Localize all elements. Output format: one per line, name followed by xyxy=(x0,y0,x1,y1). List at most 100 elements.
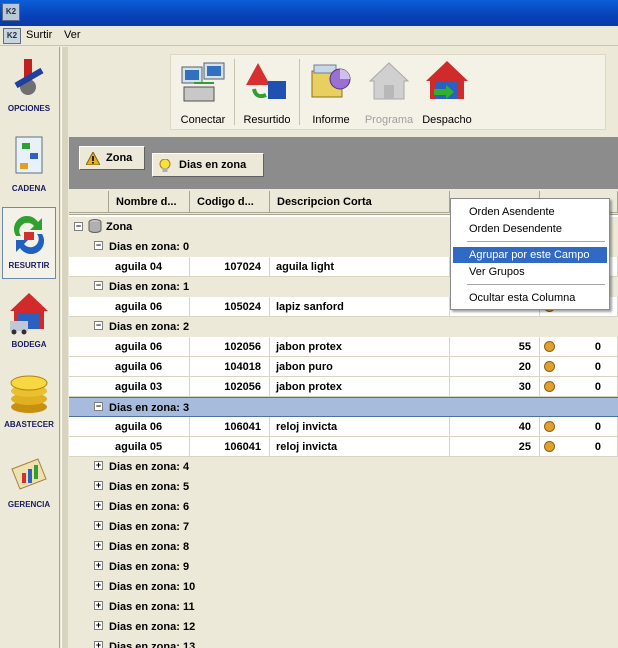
cell-codigo: 107024 xyxy=(190,257,270,277)
resurtir-cycle-icon xyxy=(13,215,45,255)
conectar-button[interactable]: Conectar xyxy=(175,59,231,127)
group-chip-label: Zona xyxy=(106,152,133,164)
cell-nombre: aguila 06 xyxy=(109,337,190,357)
menu-item-ver-grupos[interactable]: Ver Grupos xyxy=(453,264,607,280)
cell-cantidad: 40 xyxy=(450,417,540,437)
title-bar: K2 xyxy=(0,0,618,26)
coin-icon xyxy=(544,441,555,452)
table-row[interactable]: aguila 06 102056 jabon protex 55 0 xyxy=(69,337,618,357)
cell-extra-value: 0 xyxy=(594,381,601,393)
group-label: Dias en zona: 6 xyxy=(109,501,190,513)
expand-icon[interactable]: + xyxy=(94,641,103,648)
collapse-icon[interactable]: − xyxy=(94,281,103,290)
resurtido-shapes-icon xyxy=(246,63,286,99)
expand-icon[interactable]: + xyxy=(94,561,103,570)
dispatch-house-icon xyxy=(426,61,468,99)
group-label: Dias en zona: 0 xyxy=(109,241,190,253)
menu-logo-icon[interactable]: K2 xyxy=(3,28,21,44)
group-label: Dias en zona: 2 xyxy=(109,321,190,333)
menu-item-orden-asendente[interactable]: Orden Asendente xyxy=(453,204,607,220)
cell-cantidad: 25 xyxy=(450,437,540,457)
expand-icon[interactable]: + xyxy=(94,461,103,470)
group-row[interactable]: + Dias en zona: 13 xyxy=(69,637,618,648)
menu-item-orden-desendente[interactable]: Orden Desendente xyxy=(453,221,607,237)
resurtido-button[interactable]: Resurtido xyxy=(237,59,297,127)
expand-icon[interactable]: + xyxy=(94,541,103,550)
expand-icon[interactable]: + xyxy=(94,621,103,630)
cell-nombre: aguila 03 xyxy=(109,377,190,397)
cell-extra-value: 0 xyxy=(594,361,601,373)
sidebar-item-abastecer[interactable]: ABASTECER xyxy=(2,367,56,439)
programa-button[interactable]: Programa xyxy=(361,59,417,127)
lightbulb-icon xyxy=(159,159,171,172)
column-header-descripcion[interactable]: Descripcion Corta xyxy=(270,191,450,213)
group-row[interactable]: + Dias en zona: 6 xyxy=(69,497,618,517)
sidebar-item-bodega[interactable]: BODEGA xyxy=(2,287,56,359)
sidebar-item-resurtir[interactable]: RESURTIR xyxy=(2,207,56,279)
cell-nombre: aguila 06 xyxy=(109,417,190,437)
toolbar: Conectar Resurtido Informe Programa Desp… xyxy=(170,54,606,130)
expand-icon[interactable]: + xyxy=(94,521,103,530)
menu-bar: K2 Surtir Ver xyxy=(0,26,618,46)
cell-extra: 0 xyxy=(540,377,618,397)
expand-icon[interactable]: + xyxy=(94,601,103,610)
menu-ver[interactable]: Ver xyxy=(64,29,81,41)
menu-item-agrupar-campo[interactable]: Agrupar por este Campo xyxy=(453,247,607,263)
column-header-codigo[interactable]: Codigo d... xyxy=(190,191,270,213)
collapse-icon[interactable]: − xyxy=(74,222,83,231)
sidebar-label: BODEGA xyxy=(11,340,47,349)
collapse-icon[interactable]: − xyxy=(94,402,103,411)
cell-codigo: 106041 xyxy=(190,437,270,457)
column-header-nombre[interactable]: Nombre d... xyxy=(109,191,190,213)
cell-codigo: 102056 xyxy=(190,377,270,397)
table-row[interactable]: aguila 06 104018 jabon puro 20 0 xyxy=(69,357,618,377)
warning-icon xyxy=(86,152,100,165)
sidebar-item-cadena[interactable]: CADENA xyxy=(2,131,56,203)
chain-document-icon xyxy=(15,136,43,174)
sidebar-item-opciones[interactable]: OPCIONES xyxy=(2,51,56,123)
group-row[interactable]: + Dias en zona: 8 xyxy=(69,537,618,557)
table-row[interactable]: aguila 06 106041 reloj invicta 40 0 xyxy=(69,417,618,437)
column-context-menu: Orden Asendente Orden Desendente Agrupar… xyxy=(450,198,610,310)
group-row[interactable]: + Dias en zona: 5 xyxy=(69,477,618,497)
group-row[interactable]: + Dias en zona: 12 xyxy=(69,617,618,637)
group-row[interactable]: + Dias en zona: 4 xyxy=(69,457,618,477)
management-chart-icon xyxy=(11,458,47,490)
sidebar-label: OPCIONES xyxy=(7,104,51,113)
expand-icon[interactable]: + xyxy=(94,481,103,490)
group-chip-dias-en-zona[interactable]: Dias en zona xyxy=(152,153,264,177)
cell-extra-value: 0 xyxy=(594,441,601,453)
despacho-label: Despacho xyxy=(422,114,472,126)
menu-separator xyxy=(467,241,605,242)
menu-item-ocultar-columna[interactable]: Ocultar esta Columna xyxy=(453,290,607,306)
cell-cantidad: 55 xyxy=(450,337,540,357)
program-house-icon xyxy=(368,62,410,100)
cell-extra-value: 0 xyxy=(594,341,601,353)
toolbar-divider xyxy=(299,59,300,125)
group-row[interactable]: + Dias en zona: 11 xyxy=(69,597,618,617)
group-row[interactable]: + Dias en zona: 10 xyxy=(69,577,618,597)
group-label: Dias en zona: 1 xyxy=(109,281,190,293)
expand-icon[interactable]: + xyxy=(94,501,103,510)
collapse-icon[interactable]: − xyxy=(94,321,103,330)
sidebar-label: ABASTECER xyxy=(4,420,54,429)
menu-surtir[interactable]: Surtir xyxy=(26,29,52,41)
expand-icon[interactable]: + xyxy=(94,581,103,590)
table-row[interactable]: aguila 03 102056 jabon protex 30 0 xyxy=(69,377,618,397)
sidebar-item-gerencia[interactable]: GERENCIA xyxy=(2,447,56,519)
group-label: Dias en zona: 10 xyxy=(109,581,196,593)
group-row[interactable]: − Dias en zona: 3 xyxy=(69,397,618,417)
informe-button[interactable]: Informe xyxy=(303,59,359,127)
group-row[interactable]: + Dias en zona: 7 xyxy=(69,517,618,537)
group-row[interactable]: + Dias en zona: 9 xyxy=(69,557,618,577)
group-row[interactable]: − Dias en zona: 2 xyxy=(69,317,618,337)
table-row[interactable]: aguila 05 106041 reloj invicta 25 0 xyxy=(69,437,618,457)
group-label: Dias en zona: 8 xyxy=(109,541,190,553)
collapse-icon[interactable]: − xyxy=(94,241,103,250)
cell-codigo: 102056 xyxy=(190,337,270,357)
coin-icon xyxy=(544,381,555,392)
group-label: Dias en zona: 5 xyxy=(109,481,190,493)
coin-icon xyxy=(544,421,555,432)
despacho-button[interactable]: Despacho xyxy=(419,59,475,127)
group-chip-zona[interactable]: Zona xyxy=(79,146,145,170)
